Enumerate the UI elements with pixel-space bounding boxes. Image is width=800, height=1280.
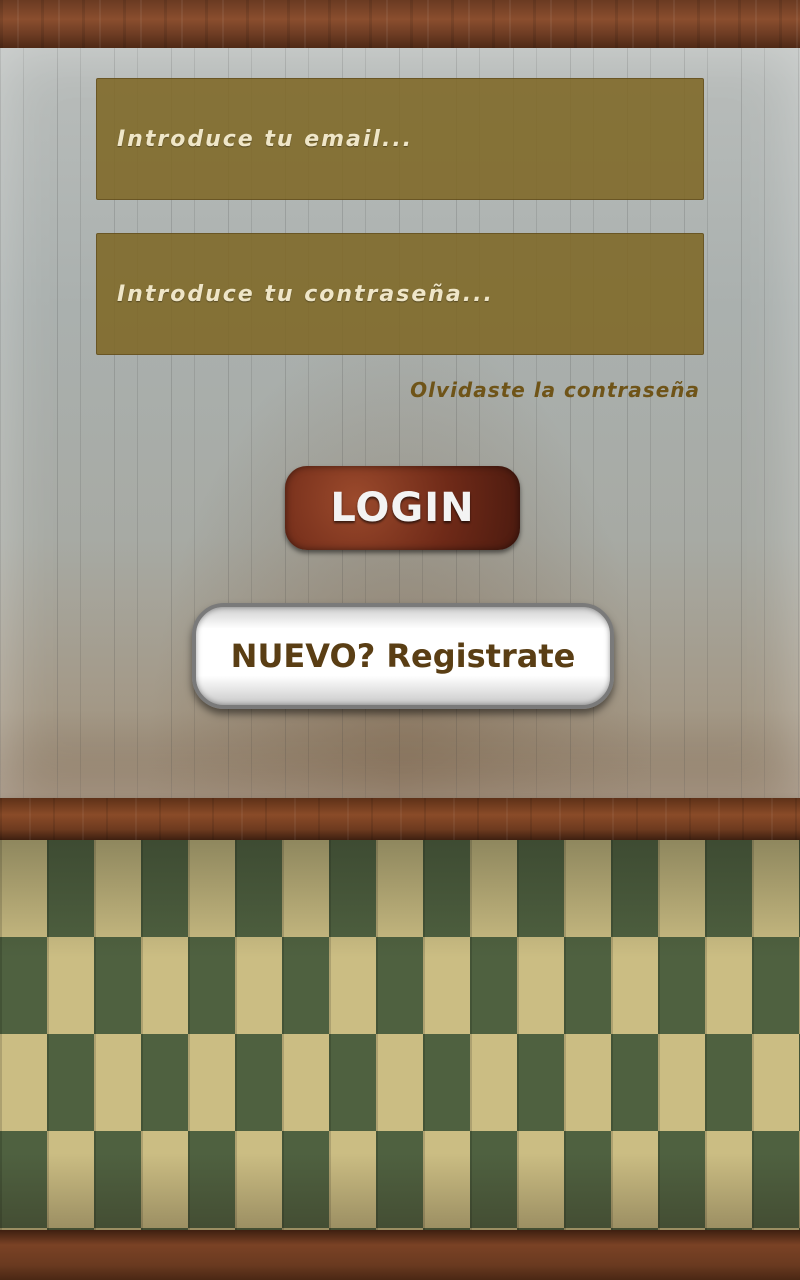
email-field[interactable]: Introduce tu email...	[96, 78, 704, 200]
password-field[interactable]: Introduce tu contraseña...	[96, 233, 704, 355]
forgot-password-link[interactable]: Olvidaste la contraseña	[410, 378, 700, 402]
bottom-wood-beam	[0, 1230, 800, 1280]
floor-wood-beam	[0, 798, 800, 840]
login-button-label: LOGIN	[330, 485, 475, 531]
floor-shading	[0, 840, 800, 1232]
login-button[interactable]: LOGIN	[285, 466, 520, 550]
email-placeholder: Introduce tu email...	[117, 126, 414, 152]
register-button-label: NUEVO? Registrate	[230, 637, 576, 675]
top-wood-beam	[0, 0, 800, 48]
register-button[interactable]: NUEVO? Registrate	[192, 603, 614, 709]
password-placeholder: Introduce tu contraseña...	[117, 281, 494, 307]
